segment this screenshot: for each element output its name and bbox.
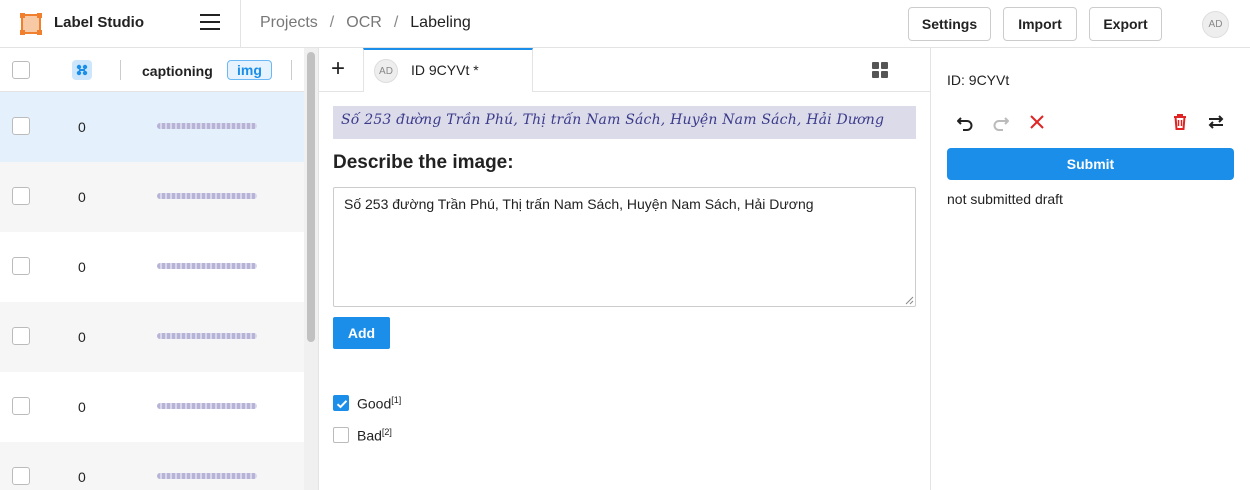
- add-annotation-plus-icon[interactable]: +: [331, 57, 345, 81]
- ocr-image-handwriting: Số 253 đường Trần Phú, Thị trấn Nam Sách…: [341, 112, 885, 128]
- breadcrumb-project-ocr[interactable]: OCR: [346, 14, 382, 32]
- swap-arrows-icon[interactable]: [1206, 112, 1226, 132]
- panel-divider: [318, 48, 319, 490]
- annotator-avatar: AD: [374, 59, 398, 83]
- label-studio-logo-icon[interactable]: [19, 12, 43, 36]
- task-row[interactable]: 0: [0, 372, 304, 442]
- breadcrumb-projects[interactable]: Projects: [260, 14, 318, 32]
- checkmark-icon: [336, 400, 348, 409]
- breadcrumb-separator: /: [329, 14, 335, 31]
- row-checkbox[interactable]: [12, 397, 30, 415]
- topbar-divider: [240, 0, 241, 48]
- hotkey-hint: [2]: [381, 427, 392, 437]
- row-checkbox[interactable]: [12, 467, 30, 485]
- image-thumbnail: [157, 263, 257, 269]
- export-button[interactable]: Export: [1089, 7, 1162, 41]
- undo-icon[interactable]: [955, 112, 975, 132]
- row-checkbox[interactable]: [12, 187, 30, 205]
- menu-hamburger-icon[interactable]: [200, 14, 220, 34]
- choice-bad-label: Bad[2]: [357, 427, 392, 444]
- annotation-count: 0: [78, 329, 86, 345]
- choice-good-label: Good[1]: [357, 395, 402, 412]
- annotation-count: 0: [78, 469, 86, 485]
- user-avatar[interactable]: AD: [1202, 11, 1229, 38]
- column-header-captioning[interactable]: captioning: [142, 63, 213, 79]
- scrollbar-thumb[interactable]: [307, 52, 315, 342]
- column-divider: [291, 60, 292, 80]
- submit-button[interactable]: Submit: [947, 148, 1234, 180]
- annotation-id: ID: 9CYVt: [947, 72, 1010, 88]
- annotation-tab-bar: + AD ID 9CYVt *: [319, 48, 930, 92]
- annotations-column-icon[interactable]: [72, 60, 92, 80]
- breadcrumb-current: Labeling: [410, 14, 471, 31]
- image-thumbnail: [157, 333, 257, 339]
- annotation-count: 0: [78, 189, 86, 205]
- select-all-checkbox[interactable]: [12, 61, 30, 79]
- settings-button[interactable]: Settings: [908, 7, 991, 41]
- task-row[interactable]: 0: [0, 232, 304, 302]
- add-text-button[interactable]: Add: [333, 317, 390, 349]
- breadcrumb: Projects / OCR / Labeling: [260, 14, 471, 32]
- annotation-count: 0: [78, 399, 86, 415]
- grid-view-icon[interactable]: [872, 62, 888, 78]
- import-button[interactable]: Import: [1003, 7, 1077, 41]
- annotation-tab[interactable]: AD ID 9CYVt *: [363, 48, 533, 92]
- text-prompt-heading: Describe the image:: [333, 152, 514, 173]
- image-thumbnail: [157, 403, 257, 409]
- column-header-img[interactable]: img: [227, 60, 272, 80]
- delete-trash-icon[interactable]: [1170, 112, 1190, 132]
- description-textarea[interactable]: Số 253 đường Trần Phú, Thị trấn Nam Sách…: [333, 187, 916, 307]
- task-row[interactable]: 0: [0, 302, 304, 372]
- draft-status: not submitted draft: [947, 191, 1063, 207]
- panel-divider: [930, 48, 931, 490]
- annotation-count: 0: [78, 119, 86, 135]
- redo-icon[interactable]: [991, 112, 1011, 132]
- resize-handle-icon[interactable]: [904, 295, 914, 305]
- task-row[interactable]: 0: [0, 92, 304, 162]
- app-name: Label Studio: [54, 14, 144, 31]
- ocr-image[interactable]: Số 253 đường Trần Phú, Thị trấn Nam Sách…: [333, 106, 916, 139]
- reset-close-icon[interactable]: [1027, 112, 1047, 132]
- image-thumbnail: [157, 473, 257, 479]
- annotation-tab-label: ID 9CYVt *: [411, 62, 479, 78]
- task-row[interactable]: 0: [0, 162, 304, 232]
- task-list-header: captioning img: [0, 48, 304, 92]
- breadcrumb-separator: /: [393, 14, 399, 31]
- top-bar: Label Studio Projects / OCR / Labeling S…: [0, 0, 1250, 48]
- task-row[interactable]: 0: [0, 442, 304, 490]
- image-thumbnail: [157, 123, 257, 129]
- row-checkbox[interactable]: [12, 257, 30, 275]
- column-divider: [120, 60, 121, 80]
- row-checkbox[interactable]: [12, 327, 30, 345]
- hotkey-hint: [1]: [391, 395, 402, 405]
- choice-good-checkbox[interactable]: [333, 395, 349, 411]
- choice-bad-checkbox[interactable]: [333, 427, 349, 443]
- row-checkbox[interactable]: [12, 117, 30, 135]
- annotation-count: 0: [78, 259, 86, 275]
- task-list-scrollbar[interactable]: [304, 48, 318, 490]
- task-list: captioning img 0 0 0 0 0 0: [0, 48, 304, 490]
- image-thumbnail: [157, 193, 257, 199]
